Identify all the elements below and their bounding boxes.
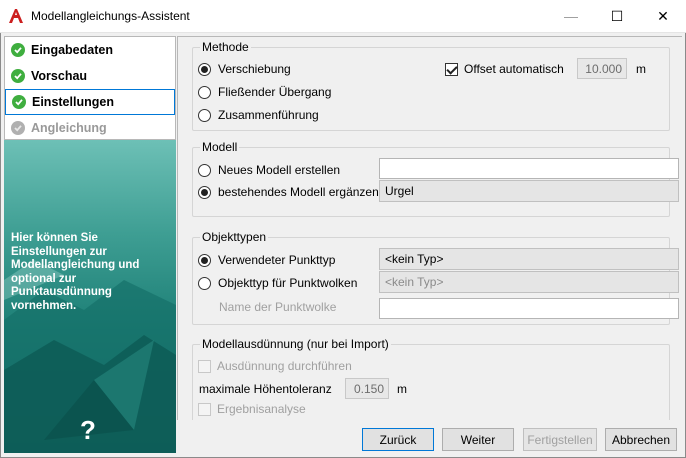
radio-dot [198, 163, 211, 177]
checkbox-box [198, 359, 211, 373]
radio-dot [198, 276, 211, 290]
radio-label: Verschiebung [218, 62, 291, 76]
step-eingabedaten[interactable]: Eingabedaten [5, 37, 175, 63]
maximize-button[interactable]: ☐ [594, 0, 640, 32]
checkbox-label: Ausdünnung durchführen [217, 359, 352, 373]
finish-button: Fertigstellen [523, 428, 597, 451]
point-type-select[interactable]: <kein Typ> [379, 248, 679, 270]
radio-label: Zusammenführung [218, 108, 319, 122]
check-circle-icon [11, 43, 25, 57]
radio-dot [198, 108, 211, 122]
cloud-name-label: Name der Punktwolke [219, 300, 337, 314]
check-circle-icon [11, 69, 25, 83]
radio-dot [198, 185, 211, 199]
close-button[interactable]: ✕ [640, 0, 686, 32]
offset-value-field: 10.000 [577, 58, 627, 79]
radio-label: bestehendes Modell ergänzen [218, 185, 379, 199]
tolerance-unit: m [397, 382, 407, 396]
maximize-icon: ☐ [610, 7, 624, 24]
checkbox-box [445, 62, 458, 76]
radio-label: Verwendeter Punkttyp [218, 253, 336, 267]
radio-neues-modell[interactable]: Neues Modell erstellen [198, 163, 340, 177]
side-image-panel: Hier können Sie Einstellungen zur Modell… [4, 140, 176, 453]
close-icon: ✕ [657, 7, 669, 24]
radio-dot [198, 85, 211, 99]
radio-dot [198, 62, 211, 76]
tolerance-value-field: 0.150 [345, 378, 389, 399]
offset-automatic-checkbox[interactable]: Offset automatisch [445, 62, 564, 76]
wizard-steps: Eingabedaten Vorschau Einstellungen Angl… [4, 36, 176, 140]
cloud-name-input[interactable] [379, 298, 679, 319]
existing-model-select[interactable]: Urgel [379, 180, 679, 202]
checkbox-box [198, 402, 211, 416]
radio-objekttyp-punktwolken[interactable]: Objekttyp für Punktwolken [198, 276, 357, 290]
settings-panel: Methode Verschiebung Fließender Übergang… [177, 36, 682, 420]
radio-label: Objekttyp für Punktwolken [218, 276, 358, 290]
check-circle-icon [12, 95, 26, 109]
help-icon[interactable]: ? [80, 415, 96, 446]
checkbox-label: Ergebnisanalyse [217, 402, 306, 416]
radio-label: Neues Modell erstellen [218, 163, 341, 177]
cloud-type-select: <kein Typ> [379, 271, 679, 293]
thinning-checkbox: Ausdünnung durchführen [198, 359, 352, 373]
step-angleichung: Angleichung [5, 115, 175, 141]
side-description: Hier können Sie Einstellungen zur Modell… [11, 232, 140, 312]
radio-label: Fließender Übergang [218, 85, 332, 99]
step-vorschau[interactable]: Vorschau [5, 63, 175, 89]
step-label: Vorschau [31, 69, 88, 83]
title-bar: Modellangleichungs-Assistent — ☐ ✕ [0, 0, 686, 33]
objekttypen-legend: Objekttypen [200, 230, 269, 244]
next-button[interactable]: Weiter [442, 428, 514, 451]
radio-fliessender-uebergang[interactable]: Fließender Übergang [198, 85, 331, 99]
step-label: Angleichung [31, 121, 107, 135]
back-button[interactable]: Zurück [362, 428, 434, 451]
step-label: Eingabedaten [31, 43, 113, 57]
app-logo-icon [9, 9, 23, 23]
radio-dot [198, 253, 211, 267]
new-model-name-input[interactable] [379, 158, 679, 179]
methode-legend: Methode [200, 40, 251, 54]
pending-circle-icon [11, 121, 25, 135]
minimize-icon: — [564, 8, 578, 24]
modell-legend: Modell [200, 140, 240, 154]
radio-zusammenfuehrung[interactable]: Zusammenführung [198, 108, 319, 122]
cancel-button[interactable]: Abbrechen [605, 428, 677, 451]
step-einstellungen[interactable]: Einstellungen [5, 89, 175, 115]
analysis-checkbox: Ergebnisanalyse [198, 402, 306, 416]
step-label: Einstellungen [32, 95, 114, 109]
window-title: Modellangleichungs-Assistent [31, 9, 190, 23]
radio-bestehendes-modell[interactable]: bestehendes Modell ergänzen [198, 185, 379, 199]
ausduennung-legend: Modellausdünnung (nur bei Import) [200, 337, 391, 351]
checkbox-label: Offset automatisch [464, 62, 564, 76]
radio-verschiebung[interactable]: Verschiebung [198, 62, 291, 76]
radio-verwendeter-punkttyp[interactable]: Verwendeter Punkttyp [198, 253, 335, 267]
minimize-button[interactable]: — [548, 0, 594, 32]
offset-unit: m [636, 62, 646, 76]
tolerance-label: maximale Höhentoleranz [199, 382, 332, 396]
